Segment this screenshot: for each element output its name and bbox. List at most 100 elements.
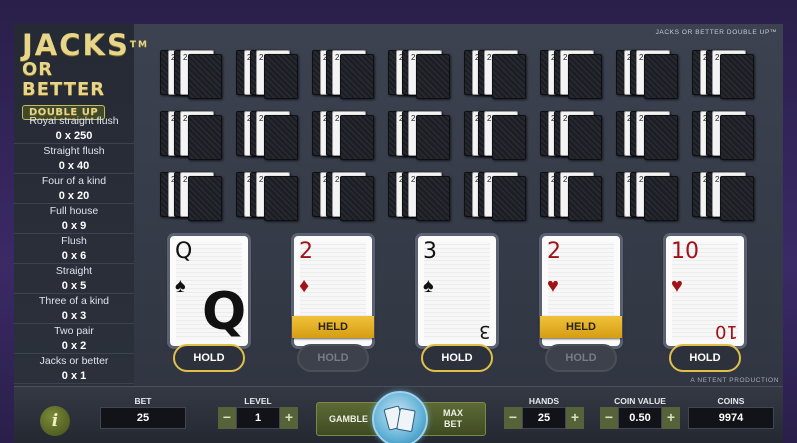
deal-button[interactable]	[372, 391, 428, 443]
paytable-list: Royal straight flush 0 x 250 Straight flus…	[14, 114, 134, 384]
mini-card	[416, 115, 450, 160]
mini-hand	[312, 111, 380, 160]
held-label: HELD	[292, 316, 374, 338]
mini-hand	[616, 172, 684, 221]
hold-button[interactable]: HOLD	[173, 344, 245, 372]
card-rank: 10	[671, 239, 699, 264]
mini-card	[644, 115, 678, 160]
paytable-row: Royal straight flush 0 x 250	[14, 114, 134, 144]
card-rank: Q	[175, 239, 193, 264]
mini-card	[720, 54, 754, 99]
mini-hand	[692, 50, 760, 99]
mini-hands-grid	[160, 50, 776, 221]
paytable-hand-name: Royal straight flush	[29, 115, 119, 127]
netent-credit: A NETENT PRODUCTION	[690, 377, 779, 384]
paytable-hand-name: Full house	[49, 205, 99, 217]
hands-increase-button[interactable]: +	[566, 407, 584, 429]
paytable-row: Flush 0 x 6	[14, 234, 134, 264]
logo-tm: TM	[129, 40, 149, 50]
paytable-payout: 0 x 20	[58, 190, 90, 202]
level-increase-button[interactable]: +	[280, 407, 298, 429]
level-label: LEVEL	[244, 396, 272, 406]
info-icon: i	[51, 411, 59, 431]
paytable-hand-name: Two pair	[54, 325, 94, 337]
mini-hand	[616, 111, 684, 160]
hands-decrease-button[interactable]: −	[504, 407, 522, 429]
hold-button[interactable]: HOLD	[669, 344, 741, 372]
game-table: JACKSTM OR BETTER DOUBLE UP Royal straig…	[14, 24, 783, 443]
playing-card[interactable]: Q ♠ Q	[170, 236, 248, 346]
mini-card	[492, 115, 526, 160]
mini-hand	[160, 50, 228, 99]
mini-hand	[692, 172, 760, 221]
hold-button[interactable]: HOLD	[297, 344, 369, 372]
mini-card	[264, 115, 298, 160]
mini-hand	[692, 111, 760, 160]
mini-hand	[236, 172, 304, 221]
mini-card	[264, 176, 298, 221]
paytable-payout: 0 x 1	[61, 370, 87, 382]
paytable-row: Jacks or better 0 x 1	[14, 354, 134, 384]
bet-value: 25	[100, 407, 186, 429]
game-title-label: JACKS OR BETTER DOUBLE UP™	[655, 29, 777, 36]
mini-hand	[388, 111, 456, 160]
max-bet-button[interactable]: MAX BET	[443, 408, 463, 430]
logo-text-or-better: OR BETTER	[22, 59, 106, 100]
paytable-row: Full house 0 x 9	[14, 204, 134, 234]
paytable-hand-name: Straight flush	[43, 145, 105, 157]
mini-card	[188, 54, 222, 99]
gamble-button[interactable]: GAMBLE	[329, 414, 368, 424]
mini-card	[644, 176, 678, 221]
mini-card	[644, 54, 678, 99]
paytable-row: Two pair 0 x 2	[14, 324, 134, 354]
mini-card	[340, 54, 374, 99]
coin-value-increase-button[interactable]: +	[662, 407, 680, 429]
paytable-payout: 0 x 3	[61, 310, 87, 322]
coins-value: 9974	[688, 407, 774, 429]
card-rank: 2	[547, 239, 561, 264]
card-suit-icon: ♦	[299, 275, 310, 297]
mini-card	[416, 54, 450, 99]
mini-card	[416, 176, 450, 221]
mini-hand	[464, 50, 532, 99]
level-decrease-button[interactable]: −	[218, 407, 236, 429]
hands-label: HANDS	[528, 396, 560, 406]
playing-card[interactable]: 3 ♠ 3	[418, 236, 496, 346]
coin-value-decrease-button[interactable]: −	[600, 407, 618, 429]
card-rank: 3	[423, 239, 437, 264]
card-face-art: Q	[202, 282, 247, 342]
mini-hand	[464, 111, 532, 160]
mini-card	[720, 115, 754, 160]
mini-card	[568, 176, 602, 221]
paytable-row: Four of a kind 0 x 20	[14, 174, 134, 204]
paytable-hand-name: Jacks or better	[39, 355, 109, 367]
hands-value: 25	[522, 407, 566, 429]
card-suit-icon: ♥	[671, 275, 683, 297]
mini-hand	[312, 172, 380, 221]
mini-hand	[312, 50, 380, 99]
coin-value-value: 0.50	[618, 407, 662, 429]
paytable-hand-name: Flush	[61, 235, 87, 247]
mini-card	[568, 54, 602, 99]
paytable-payout: 0 x 9	[61, 220, 87, 232]
paytable-hand-name: Three of a kind	[38, 295, 110, 307]
info-button[interactable]: i	[40, 406, 70, 436]
level-value: 1	[236, 407, 280, 429]
paytable-row: Three of a kind 0 x 3	[14, 294, 134, 324]
logo-text-jacks: JACKS	[22, 28, 130, 62]
playing-card[interactable]: 10 ♥ 10	[666, 236, 744, 346]
paytable-payout: 0 x 5	[61, 280, 87, 292]
mini-hand	[388, 50, 456, 99]
mini-card	[568, 115, 602, 160]
hold-button[interactable]: HOLD	[421, 344, 493, 372]
card-suit-icon: ♠	[175, 275, 186, 297]
card-rank-inverted: 10	[715, 321, 738, 342]
paytable-row: Straight 0 x 5	[14, 264, 134, 294]
mini-card	[492, 176, 526, 221]
hold-button[interactable]: HOLD	[545, 344, 617, 372]
card-suit-icon: ♥	[547, 275, 559, 297]
max-bet-line2: BET	[444, 419, 462, 429]
mini-card	[264, 54, 298, 99]
max-bet-line1: MAX	[443, 408, 463, 418]
mini-card	[720, 176, 754, 221]
